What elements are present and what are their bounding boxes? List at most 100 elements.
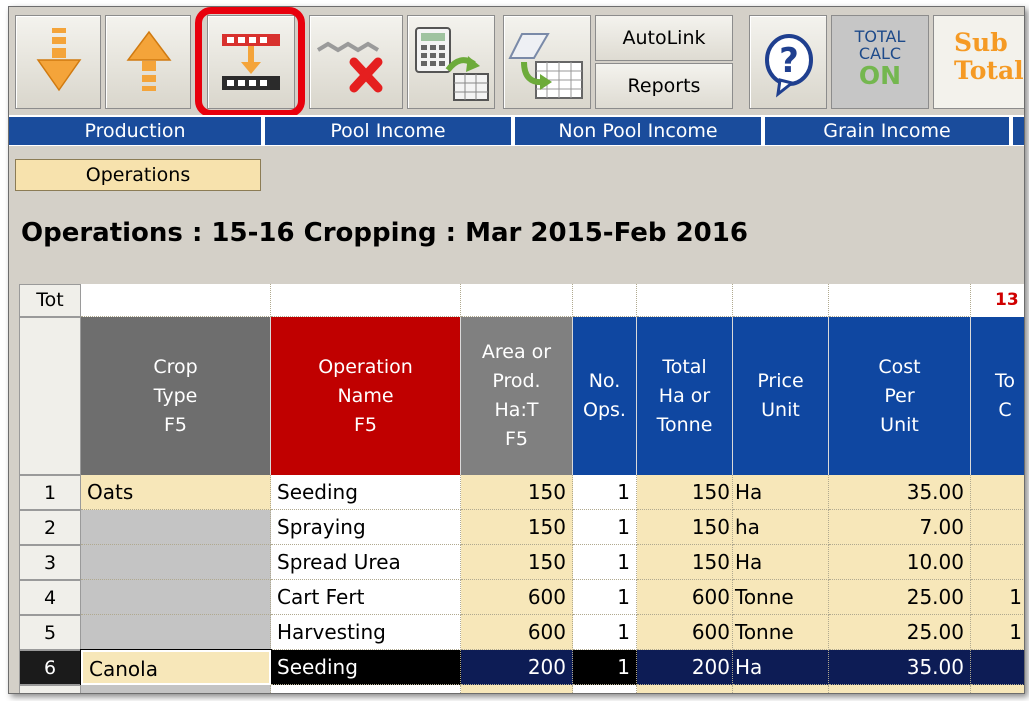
cell-area[interactable]: 150 (461, 545, 573, 580)
cell-cost[interactable]: 35.00 (829, 650, 971, 685)
column-header-total[interactable]: Total Ha or Tonne (637, 317, 733, 475)
tot-cell (81, 284, 271, 317)
total-calc-toggle[interactable]: TOTAL CALC ON (831, 15, 929, 109)
cell-cost[interactable]: 7.00 (829, 510, 971, 545)
copy-calculator-button[interactable] (407, 15, 495, 109)
tot-cell (637, 284, 733, 317)
column-header-cost[interactable]: Cost Per Unit (829, 317, 971, 475)
cell-crop[interactable] (81, 580, 271, 615)
cell-ops[interactable]: 1 (573, 475, 637, 510)
cell-total[interactable]: 150 (637, 510, 733, 545)
cell-ops[interactable]: 1 (573, 650, 637, 685)
cell-total[interactable]: 150 (637, 545, 733, 580)
cell-area[interactable]: 200 (461, 650, 573, 685)
autolink-button[interactable]: AutoLink (595, 15, 733, 61)
row-number[interactable]: 2 (19, 510, 81, 545)
tab-pool-income[interactable]: Pool Income (265, 117, 511, 145)
cell-unit[interactable]: ha (733, 510, 829, 545)
arrow-up-icon (126, 30, 172, 91)
cell-totalcost[interactable]: 1 (971, 580, 1024, 615)
highlight-box (195, 7, 305, 117)
row-number[interactable]: 5 (19, 615, 81, 650)
column-header-totalcost[interactable]: To C (971, 317, 1024, 475)
cell-crop[interactable] (81, 685, 271, 693)
tab-grain-income[interactable]: Grain Income (765, 117, 1009, 145)
cell-cost[interactable]: 10.00 (829, 545, 971, 580)
cell-operation[interactable]: Seeding (271, 650, 461, 685)
row-number[interactable]: 3 (19, 545, 81, 580)
column-header-operation[interactable]: Operation Name F5 (271, 317, 461, 475)
column-header-crop[interactable]: Crop Type F5 (81, 317, 271, 475)
row-number[interactable]: 6 (19, 650, 81, 685)
cell-unit[interactable] (733, 685, 829, 693)
cell-unit[interactable]: Tonne (733, 615, 829, 650)
cell-cost[interactable]: 35.00 (829, 475, 971, 510)
toolbar: AutoLink Reports ? TOTAL CALC ON Sub Tot… (9, 7, 1024, 117)
cell-area[interactable] (461, 685, 573, 693)
cell-crop[interactable]: Oats (81, 475, 271, 510)
column-header-label: Crop Type F5 (153, 355, 198, 436)
cell-unit[interactable]: Tonne (733, 580, 829, 615)
cell-ops[interactable] (573, 685, 637, 693)
sub-total-line2: Total (954, 56, 1024, 85)
cell-area[interactable]: 600 (461, 615, 573, 650)
link-spreadsheet-button[interactable] (503, 15, 591, 109)
cell-ops[interactable]: 1 (573, 615, 637, 650)
cell-total[interactable]: 200 (637, 650, 733, 685)
column-header-label: Operation Name F5 (318, 355, 413, 436)
spreadsheet-link-icon (508, 33, 583, 99)
cell-cost[interactable] (829, 685, 971, 693)
tot-value: 13 (971, 284, 1024, 317)
cell-totalcost[interactable] (971, 475, 1024, 510)
cell-area[interactable]: 600 (461, 580, 573, 615)
cell-operation[interactable] (271, 685, 461, 693)
row-number[interactable]: 1 (19, 475, 81, 510)
reports-button[interactable]: Reports (595, 63, 733, 109)
tot-cell (271, 284, 461, 317)
cell-totalcost[interactable]: 1 (971, 615, 1024, 650)
move-up-button[interactable] (105, 15, 191, 109)
cell-operation[interactable]: Seeding (271, 475, 461, 510)
cell-area[interactable]: 150 (461, 510, 573, 545)
row-number[interactable]: 4 (19, 580, 81, 615)
delete-row-button[interactable] (309, 15, 403, 109)
help-button[interactable]: ? (749, 15, 827, 109)
cell-ops[interactable]: 1 (573, 510, 637, 545)
column-header-area[interactable]: Area or Prod. Ha:T F5 (461, 317, 573, 475)
cell-operation[interactable]: Cart Fert (271, 580, 461, 615)
cell-totalcost[interactable] (971, 545, 1024, 580)
cell-unit[interactable]: Ha (733, 475, 829, 510)
cell-crop[interactable] (81, 545, 271, 580)
move-down-button[interactable] (15, 15, 101, 109)
cell-operation[interactable]: Spread Urea (271, 545, 461, 580)
cell-unit[interactable]: Ha (733, 650, 829, 685)
cell-area[interactable]: 150 (461, 475, 573, 510)
tab-non-pool-income[interactable]: Non Pool Income (515, 117, 761, 145)
cell-total[interactable] (637, 685, 733, 693)
cell-totalcost[interactable] (971, 510, 1024, 545)
tot-cell (461, 284, 573, 317)
cell-total[interactable]: 600 (637, 615, 733, 650)
tot-label: Tot (19, 284, 81, 317)
cell-unit[interactable]: Ha (733, 545, 829, 580)
cell-operation[interactable]: Harvesting (271, 615, 461, 650)
cell-crop[interactable]: Canola (80, 649, 272, 686)
cell-total[interactable]: 150 (637, 475, 733, 510)
cell-totalcost[interactable] (971, 650, 1024, 685)
cell-total[interactable]: 600 (637, 580, 733, 615)
cell-crop[interactable] (81, 510, 271, 545)
cell-cost[interactable]: 25.00 (829, 615, 971, 650)
tab-production[interactable]: Production (9, 117, 261, 145)
column-header-unit[interactable]: Price Unit (733, 317, 829, 475)
column-header-ops[interactable]: No. Ops. (573, 317, 637, 475)
cell-operation[interactable]: Spraying (271, 510, 461, 545)
sub-total-button[interactable]: Sub Total (933, 15, 1024, 109)
cell-ops[interactable]: 1 (573, 545, 637, 580)
row-number[interactable] (19, 685, 81, 693)
cell-totalcost[interactable] (971, 685, 1024, 693)
cell-ops[interactable]: 1 (573, 580, 637, 615)
cell-cost[interactable]: 25.00 (829, 580, 971, 615)
tab-operations[interactable]: Operations (15, 159, 261, 191)
cell-crop[interactable] (81, 615, 271, 650)
tab-more[interactable] (1013, 117, 1024, 145)
